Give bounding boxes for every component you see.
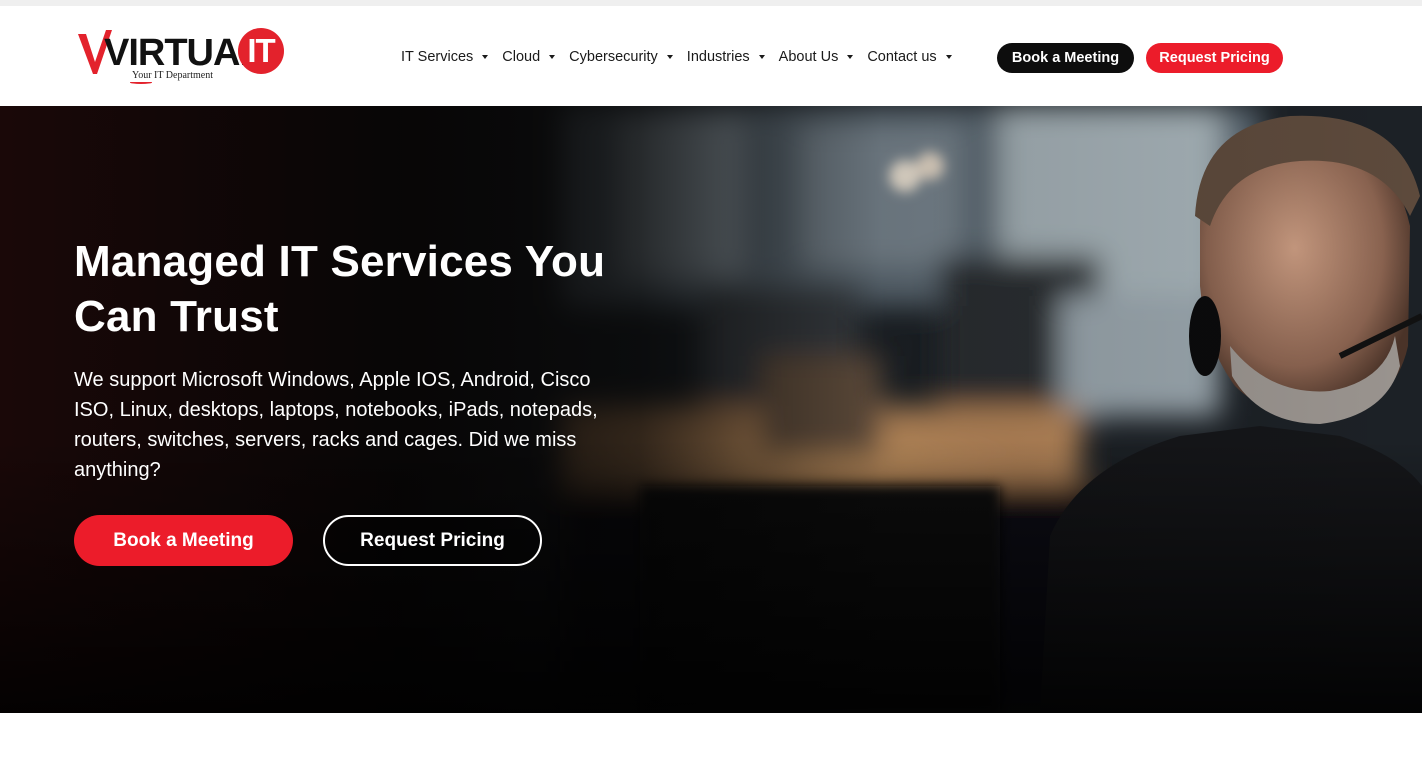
hero-description: We support Microsoft Windows, Apple IOS,…	[74, 369, 598, 481]
caret-down-icon	[482, 55, 489, 59]
nav-item-label: Cybersecurity	[569, 49, 658, 65]
nav-item-cybersecurity[interactable]: Cybersecurity	[569, 49, 673, 65]
brand-it-badge: IT	[238, 28, 284, 74]
caret-down-icon	[847, 55, 854, 59]
hero-title: Managed IT Services You Can Trust	[74, 237, 606, 341]
nav-item-about-us[interactable]: About Us	[779, 49, 854, 65]
caret-down-icon	[666, 55, 673, 59]
nav-item-label: Industries	[686, 49, 750, 65]
hero-section: Managed IT Services You Can Trust We sup…	[0, 106, 1422, 713]
brand-tagline: Your IT Department	[132, 70, 214, 81]
nav-item-label: About Us	[778, 49, 839, 65]
main-nav: IT Services Cloud Cybersecurity Industri…	[401, 42, 966, 72]
nav-book-meeting-button[interactable]: Book a Meeting	[997, 43, 1134, 73]
caret-down-icon	[945, 55, 952, 59]
nav-item-it-services[interactable]: IT Services	[401, 49, 489, 65]
hero-book-meeting-button[interactable]: Book a Meeting	[74, 515, 293, 566]
caret-down-icon	[758, 55, 765, 59]
hero-request-pricing-button[interactable]: Request Pricing	[323, 515, 542, 566]
caret-down-icon	[549, 55, 556, 59]
brand-logo[interactable]: VIRTUAL IT Your IT Department	[78, 28, 288, 86]
nav-item-cloud[interactable]: Cloud	[502, 49, 556, 65]
nav-request-pricing-button[interactable]: Request Pricing	[1146, 43, 1283, 73]
nav-item-industries[interactable]: Industries	[687, 49, 765, 65]
nav-item-label: Cloud	[502, 49, 541, 65]
nav-item-label: Contact us	[867, 49, 937, 65]
tagline-swoosh	[130, 81, 152, 84]
hero-content: Managed IT Services You Can Trust We sup…	[74, 234, 634, 485]
nav-item-label: IT Services	[401, 49, 474, 65]
nav-item-contact-us[interactable]: Contact us	[867, 49, 952, 65]
site-header: VIRTUAL IT Your IT Department IT Service…	[0, 6, 1422, 106]
